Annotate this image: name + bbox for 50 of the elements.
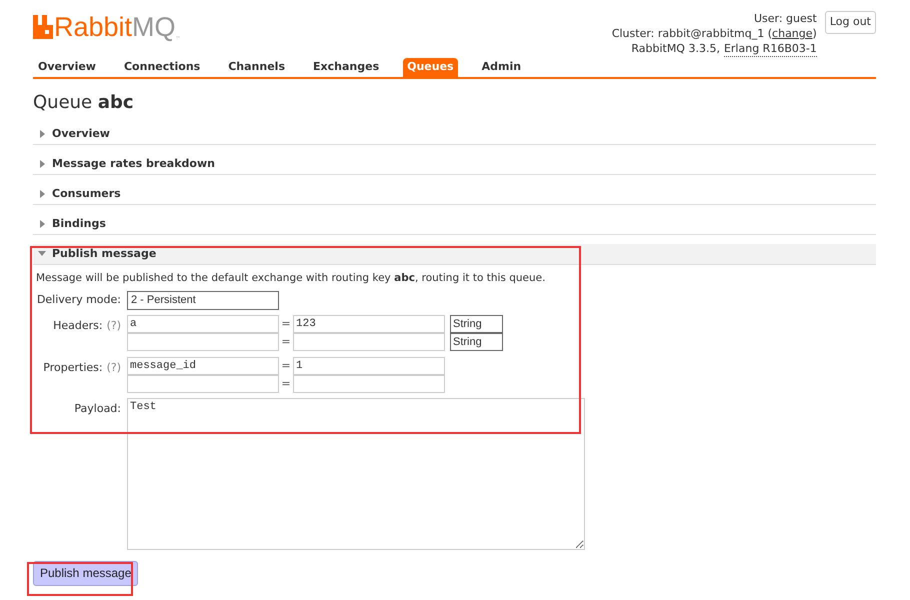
equals-sign: = [280, 316, 292, 332]
version-text: RabbitMQ 3.3.5, [631, 41, 720, 57]
nav-tab[interactable]: Connections [120, 58, 204, 77]
help-link[interactable]: (?) [106, 360, 121, 376]
publish-info: Message will be published to the default exchange with routing key abc, routing it to this queue. [36, 271, 546, 286]
value-field[interactable]: 123 [293, 314, 445, 333]
key-field[interactable]: message_id [127, 356, 279, 375]
delivery-mode-field[interactable]: 2 - Persistent [127, 290, 279, 310]
key-field[interactable]: a [127, 314, 279, 333]
equals-sign: = [280, 376, 292, 392]
publish-button[interactable]: Publish message [33, 560, 138, 586]
triangle-right-icon [38, 190, 46, 198]
section-header[interactable]: Publish message [33, 244, 876, 265]
change-link[interactable]: change [772, 26, 813, 41]
value-field[interactable] [293, 332, 445, 351]
payload-field[interactable]: Test [127, 398, 585, 550]
field-label: Properties: [43, 360, 103, 376]
logo-text: Rabbit [54, 12, 132, 42]
triangle-right-icon [38, 220, 46, 228]
section-header[interactable]: Consumers [33, 184, 876, 205]
type-select[interactable]: String [450, 332, 503, 351]
nav-tab[interactable]: Exchanges [309, 58, 384, 77]
logout-button[interactable]: Log out [824, 11, 876, 34]
key-field[interactable] [127, 332, 279, 351]
section-header[interactable]: Overview [33, 124, 876, 145]
cluster-text: Cluster: rabbit@rabbitmq_1 ( [612, 26, 772, 41]
page-title: Queue abc [33, 92, 135, 114]
section-header[interactable]: Message rates breakdown [33, 154, 876, 175]
field-label: Payload: [73, 400, 122, 417]
triangle-down-icon [38, 250, 46, 258]
value-field[interactable] [293, 374, 445, 393]
section-header[interactable]: Bindings [33, 214, 876, 235]
key-field[interactable] [127, 374, 279, 393]
equals-sign: = [280, 334, 292, 350]
user-text: User: guest [754, 11, 817, 26]
value-field[interactable]: 1 [293, 356, 445, 375]
triangle-right-icon [38, 160, 46, 168]
logo-text: MQ [132, 12, 176, 42]
cluster-text-end: ) [812, 26, 817, 41]
logo-icon [33, 15, 53, 39]
erlang-link[interactable]: Erlang R16B03-1 [724, 41, 817, 57]
equals-sign: = [280, 358, 292, 374]
type-select[interactable]: String [450, 314, 503, 333]
nav-tab[interactable]: Admin [478, 58, 526, 77]
field-label: Headers: [53, 318, 103, 334]
help-link[interactable]: (?) [106, 318, 121, 334]
field-label: Delivery mode: [36, 292, 122, 308]
triangle-right-icon [38, 130, 46, 138]
nav-tab[interactable]: Overview [34, 58, 100, 77]
nav-tab[interactable]: Channels [224, 58, 290, 77]
